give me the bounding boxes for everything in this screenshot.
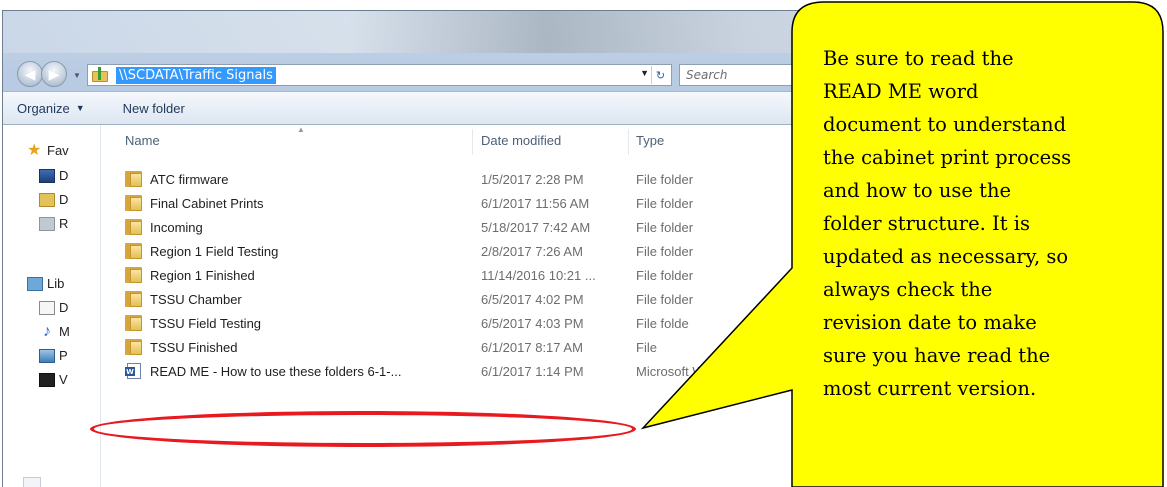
callout-line: and how to use the xyxy=(823,179,1012,202)
callout-line: revision date to make xyxy=(823,311,1037,334)
callout-line: always check the xyxy=(823,278,993,301)
callout-line: updated as necessary, so xyxy=(823,245,1069,268)
callout-text: Be sure to read the READ ME word documen… xyxy=(823,42,1163,405)
callout-line: the cabinet print process xyxy=(823,146,1072,169)
callout-line: document to understand xyxy=(823,113,1067,136)
callout-line: sure you have read the xyxy=(823,344,1051,367)
callout-line: most current version. xyxy=(823,377,1037,400)
callout-line: READ ME word xyxy=(823,80,979,103)
callout-line: folder structure. It is xyxy=(823,212,1031,235)
callout-line: Be sure to read the xyxy=(823,47,1014,70)
